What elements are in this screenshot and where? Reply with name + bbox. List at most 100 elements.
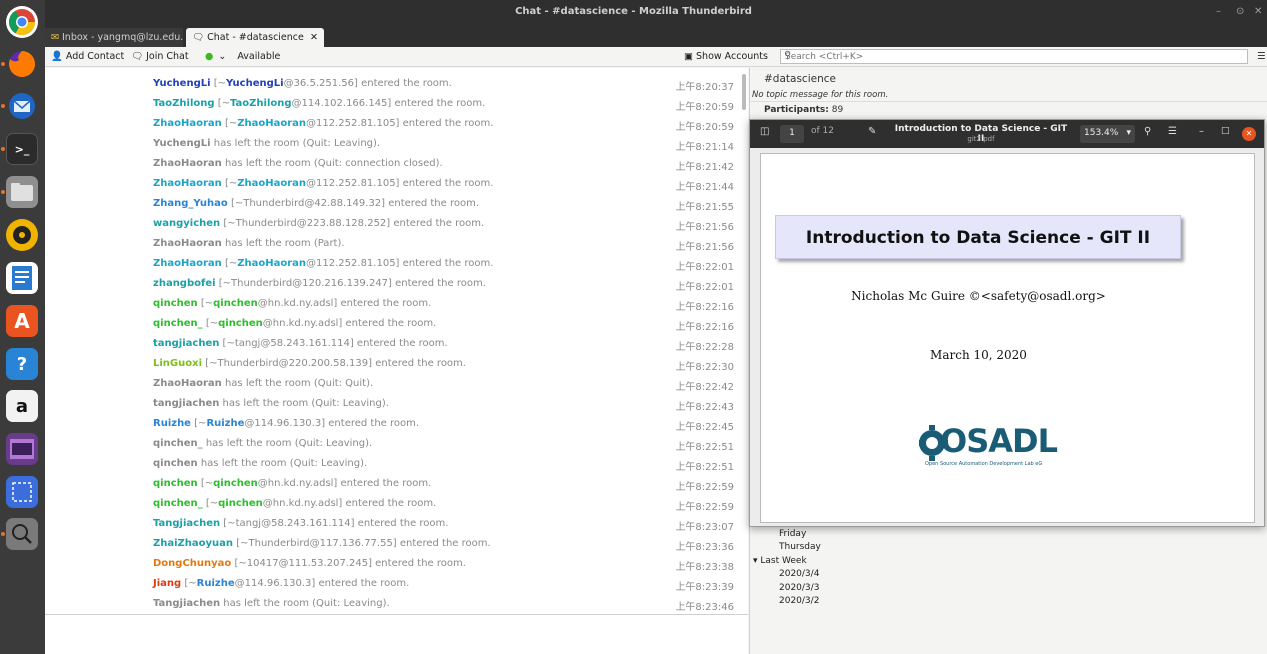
software-icon[interactable]: A bbox=[6, 305, 38, 337]
maximize-icon[interactable]: □ bbox=[1221, 126, 1230, 136]
nick-link[interactable]: qinchen bbox=[153, 478, 198, 489]
search-icon[interactable]: ⚲ bbox=[1144, 126, 1151, 137]
nick-link[interactable]: YuchengLi bbox=[153, 138, 211, 149]
nick-link[interactable]: TaoZhilong bbox=[153, 98, 215, 109]
thunderbird-icon[interactable] bbox=[6, 90, 38, 122]
search-app-icon[interactable] bbox=[6, 518, 38, 550]
tab-inbox[interactable]: ✉ Inbox - yangmq@lzu.edu... bbox=[45, 28, 183, 47]
screenshot-icon[interactable] bbox=[6, 476, 38, 508]
tab-close-icon[interactable]: ✕ bbox=[310, 32, 318, 43]
rhythmbox-icon[interactable] bbox=[6, 219, 38, 251]
message-text: @36.5.251.56] entered the room. bbox=[283, 78, 452, 89]
user-link[interactable]: qinchen bbox=[218, 318, 263, 329]
nick-link[interactable]: wangyichen bbox=[153, 218, 220, 229]
chat-message-text: qinchen_ [~qinchen@hn.kd.ny.adsl] entere… bbox=[153, 318, 436, 329]
status-selector[interactable]: ● ⌄ Available bbox=[205, 51, 280, 62]
nick-link[interactable]: qinchen_ bbox=[153, 318, 203, 329]
chat-message-row: wangyichen [~Thunderbird@223.88.128.252]… bbox=[45, 214, 748, 234]
nick-link[interactable]: tangjiachen bbox=[153, 338, 219, 349]
participants-number: 89 bbox=[831, 105, 844, 115]
writer-icon[interactable] bbox=[6, 262, 38, 294]
nick-link[interactable]: qinchen bbox=[153, 458, 198, 469]
minimize-icon[interactable]: – bbox=[1216, 6, 1221, 17]
chat-message-text: zhangbofei [~Thunderbird@120.216.139.247… bbox=[153, 278, 486, 289]
user-link[interactable]: ZhaoHaoran bbox=[237, 178, 306, 189]
message-timestamp: 上午8:21:44 bbox=[675, 182, 734, 193]
search-input[interactable] bbox=[780, 49, 1248, 64]
nick-link[interactable]: zhangbofei bbox=[153, 278, 216, 289]
history-item[interactable]: Thursday bbox=[779, 542, 821, 552]
annotate-pen-icon[interactable]: ✎ bbox=[868, 126, 876, 137]
window-titlebar: Chat - #datascience - Mozilla Thunderbir… bbox=[0, 0, 1267, 27]
message-timestamp: 上午8:22:45 bbox=[675, 422, 734, 433]
zoom-selector[interactable]: 153.4% ▾ bbox=[1080, 125, 1135, 143]
chat-message-text: Zhang_Yuhao [~Thunderbird@42.88.149.32] … bbox=[153, 198, 479, 209]
user-link[interactable]: TaoZhilong bbox=[230, 98, 292, 109]
nick-link[interactable]: Jiang bbox=[153, 578, 181, 589]
chat-message-row: ZhaoHaoran [~ZhaoHaoran@112.252.81.105] … bbox=[45, 254, 748, 274]
nick-link[interactable]: qinchen_ bbox=[153, 498, 203, 509]
maximize-icon[interactable]: ⊙ bbox=[1236, 6, 1244, 17]
chat-message-row: LinGuoxi [~Thunderbird@220.200.58.139] e… bbox=[45, 354, 748, 374]
join-chat-button[interactable]: 🗨 Join Chat bbox=[131, 51, 189, 62]
nick-link[interactable]: ZhaoHaoran bbox=[153, 378, 222, 389]
history-item[interactable]: 2020/3/2 bbox=[779, 596, 819, 606]
nick-link[interactable]: tangjiachen bbox=[153, 398, 219, 409]
chat-message-row: Ruizhe [~Ruizhe@114.96.130.3] entered th… bbox=[45, 414, 748, 434]
nick-link[interactable]: Zhang_Yuhao bbox=[153, 198, 228, 209]
nick-link[interactable]: ZhaoHaoran bbox=[153, 158, 222, 169]
nick-link[interactable]: Tangjiachen bbox=[153, 598, 220, 609]
user-link[interactable]: qinchen bbox=[218, 498, 263, 509]
show-accounts-button[interactable]: ▣ Show Accounts bbox=[684, 51, 768, 62]
message-text: has left the room (Quit: connection clos… bbox=[221, 158, 443, 169]
video-icon[interactable] bbox=[6, 433, 38, 465]
nick-link[interactable]: ZhaoHaoran bbox=[153, 118, 222, 129]
minimize-icon[interactable]: – bbox=[1199, 126, 1204, 137]
user-link[interactable]: Ruizhe bbox=[197, 578, 235, 589]
firefox-icon[interactable] bbox=[6, 48, 38, 80]
nick-link[interactable]: Ruizhe bbox=[153, 418, 191, 429]
user-link[interactable]: qinchen bbox=[213, 298, 258, 309]
last-week-group[interactable]: ▾ Last Week bbox=[753, 556, 807, 566]
sidebar-toggle-icon[interactable]: ◫ bbox=[760, 126, 769, 137]
nick-link[interactable]: qinchen bbox=[153, 298, 198, 309]
nick-link[interactable]: LinGuoxi bbox=[153, 358, 202, 369]
amazon-icon[interactable]: a bbox=[6, 390, 38, 422]
chat-message-text: YuchengLi has left the room (Quit: Leavi… bbox=[153, 138, 380, 149]
nick-link[interactable]: qinchen_ bbox=[153, 438, 203, 449]
history-item[interactable]: Friday bbox=[779, 529, 806, 539]
nick-link[interactable]: DongChunyao bbox=[153, 558, 231, 569]
user-link[interactable]: Ruizhe bbox=[206, 418, 244, 429]
tab-chat[interactable]: 🗨 Chat - #datascience ✕ bbox=[186, 28, 324, 47]
join-chat-icon: 🗨 bbox=[131, 51, 144, 62]
history-item[interactable]: 2020/3/4 bbox=[779, 569, 819, 579]
page-number-input[interactable]: 1 bbox=[780, 125, 804, 143]
nick-link[interactable]: ZhaoHaoran bbox=[153, 238, 222, 249]
nick-link[interactable]: YuchengLi bbox=[153, 78, 211, 89]
user-link[interactable]: ZhaoHaoran bbox=[237, 258, 306, 269]
terminal-icon[interactable]: >_ bbox=[6, 133, 38, 165]
add-contact-button[interactable]: 👤 Add Contact bbox=[51, 51, 124, 62]
message-text: [~ bbox=[197, 478, 214, 489]
close-window-icon[interactable]: ✕ bbox=[1254, 6, 1262, 17]
user-link[interactable]: ZhaoHaoran bbox=[237, 118, 306, 129]
user-link[interactable]: qinchen bbox=[213, 478, 258, 489]
message-text: [~tangj@58.243.161.114] entered the room… bbox=[219, 338, 448, 349]
chat-icon: 🗨 bbox=[192, 32, 205, 43]
message-input[interactable] bbox=[45, 614, 748, 654]
menu-icon[interactable]: ☰ bbox=[1168, 126, 1177, 137]
chat-message-text: DongChunyao [~10417@111.53.207.245] ente… bbox=[153, 558, 466, 569]
nick-link[interactable]: ZhaoHaoran bbox=[153, 178, 222, 189]
chrome-icon[interactable] bbox=[6, 6, 38, 38]
nick-link[interactable]: Tangjiachen bbox=[153, 518, 220, 529]
help-icon[interactable]: ? bbox=[6, 348, 38, 380]
user-link[interactable]: YuchengLi bbox=[226, 78, 284, 89]
nick-link[interactable]: ZhaiZhaoyuan bbox=[153, 538, 233, 549]
app-menu-icon[interactable]: ☰ bbox=[1257, 51, 1266, 62]
files-icon[interactable] bbox=[6, 176, 38, 208]
history-item[interactable]: 2020/3/3 bbox=[779, 583, 819, 593]
nick-link[interactable]: ZhaoHaoran bbox=[153, 258, 222, 269]
close-icon[interactable]: ✕ bbox=[1242, 127, 1256, 141]
launcher-dock: >_ A ? a bbox=[0, 0, 45, 654]
chat-scrollbar[interactable] bbox=[742, 74, 746, 110]
